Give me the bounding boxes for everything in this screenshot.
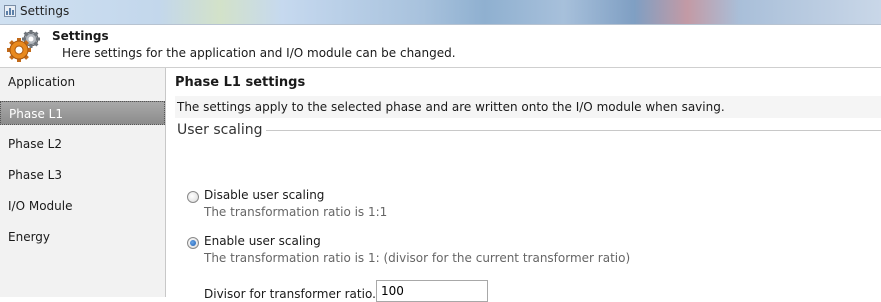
sidebar: Application Phase L1 Phase L2 Phase L3 I… xyxy=(0,68,166,297)
gear-icon xyxy=(7,30,40,62)
page-title: Phase L1 settings xyxy=(175,75,306,90)
title-bar: Settings xyxy=(0,0,881,25)
header-title: Settings xyxy=(52,29,109,43)
enable-scaling-label[interactable]: Enable user scaling xyxy=(204,234,321,248)
group-legend: User scaling xyxy=(177,122,267,138)
sidebar-item-phase-l2[interactable]: Phase L2 xyxy=(0,132,165,156)
settings-header: Settings Here settings for the applicati… xyxy=(0,25,881,68)
disable-scaling-radio[interactable] xyxy=(187,191,199,203)
divisor-label: Divisor for transformer ratio. xyxy=(204,287,376,301)
disable-scaling-label[interactable]: Disable user scaling xyxy=(204,188,324,202)
enable-scaling-description: The transformation ratio is 1: (divisor … xyxy=(204,251,631,265)
sidebar-item-phase-l3[interactable]: Phase L3 xyxy=(0,163,165,187)
page-description: The settings apply to the selected phase… xyxy=(175,96,881,118)
window-title: Settings xyxy=(20,4,70,18)
group-divider xyxy=(262,130,881,131)
enable-scaling-radio[interactable] xyxy=(187,237,199,249)
sidebar-item-phase-l1[interactable]: Phase L1 xyxy=(0,101,165,125)
sidebar-item-application[interactable]: Application xyxy=(0,70,165,94)
sidebar-item-io-module[interactable]: I/O Module xyxy=(0,194,165,218)
disable-scaling-description: The transformation ratio is 1:1 xyxy=(204,205,388,219)
app-icon xyxy=(4,5,16,17)
sidebar-item-energy[interactable]: Energy xyxy=(0,225,165,249)
main-panel: Phase L1 settings The settings apply to … xyxy=(166,68,881,302)
header-description: Here settings for the application and I/… xyxy=(62,46,456,60)
divisor-input[interactable] xyxy=(376,280,488,302)
